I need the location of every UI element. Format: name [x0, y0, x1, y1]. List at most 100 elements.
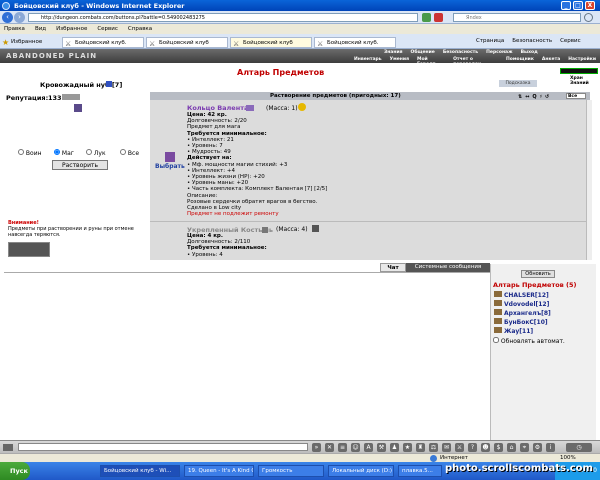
user-entry[interactable]: CHALSER[12]: [494, 291, 549, 299]
tools-icon[interactable]: ⚒: [377, 443, 386, 452]
bank-icon[interactable]: ⌂: [507, 443, 516, 452]
menu-character[interactable]: Персонаж: [482, 50, 516, 55]
watermark: photo.scrollscombats.com: [445, 463, 593, 474]
refresh-button[interactable]: Обновить: [521, 270, 555, 278]
smile-icon[interactable]: ☺: [351, 443, 360, 452]
menu-exit[interactable]: Выход: [517, 50, 542, 55]
info-icon[interactable]: i: [546, 443, 555, 452]
settings-icon[interactable]: ⚙: [533, 443, 542, 452]
tools-menu[interactable]: Сервис: [560, 38, 581, 44]
tab-system-messages[interactable]: Системные сообщения: [406, 263, 490, 272]
disenchant-button[interactable]: Растворить: [52, 160, 108, 170]
shop-icon[interactable]: $: [494, 443, 503, 452]
item-detail-line: • Интеллект: +4: [187, 167, 235, 174]
chat-area[interactable]: [4, 272, 490, 439]
item-mass: (Масса: 1): [266, 105, 298, 112]
keeper-link[interactable]: Хран Знаний: [570, 76, 590, 86]
counter-badge-icon[interactable]: [8, 242, 50, 257]
close-button[interactable]: X: [585, 1, 595, 10]
task-button[interactable]: Локальный диск (D:): [328, 465, 394, 477]
user-entry[interactable]: Vdovodel[12]: [494, 300, 549, 308]
start-button[interactable]: Пуск: [0, 462, 30, 480]
tab-chat[interactable]: Чат: [380, 263, 406, 272]
user-entry[interactable]: Жау[11]: [494, 327, 533, 335]
map-icon[interactable]: ⌖: [520, 443, 529, 452]
task-button[interactable]: плавка.5...: [398, 465, 442, 477]
fight-icon[interactable]: ⚔: [455, 443, 464, 452]
reputation-bar: [62, 94, 80, 100]
back-icon[interactable]: ‹: [2, 12, 13, 23]
user-entry[interactable]: Архангелъ[8]: [494, 309, 551, 317]
forward-icon[interactable]: ›: [14, 12, 25, 23]
chat-mode-icon[interactable]: [3, 444, 13, 451]
security-menu[interactable]: Безопасность: [512, 38, 552, 44]
item-detail-line: Действует на:: [187, 155, 232, 162]
menu-communication[interactable]: Общение: [407, 50, 439, 55]
quest-icon[interactable]: ?: [468, 443, 477, 452]
filter-all[interactable]: Все: [120, 149, 139, 157]
ie-logo-icon: [2, 2, 10, 10]
favorites-label[interactable]: Избранное: [11, 39, 42, 45]
translit-icon[interactable]: A: [364, 443, 373, 452]
minimize-button[interactable]: _: [561, 1, 571, 10]
menu-favorites[interactable]: Избранное: [56, 26, 87, 32]
task-button[interactable]: Громкость: [258, 465, 324, 477]
menu-bar: Правка Вид Избранное Сервис Справка: [0, 24, 600, 34]
task-button[interactable]: 19. Queen - It's A Kind O...: [184, 465, 254, 477]
rating-icon[interactable]: ★: [403, 443, 412, 452]
clan-icon[interactable]: ♜: [416, 443, 425, 452]
user-entry[interactable]: БунБокС[10]: [494, 318, 548, 326]
auto-refresh-checkbox[interactable]: Обновлять автомат.: [493, 337, 565, 345]
zoom-level[interactable]: 100%: [560, 455, 576, 461]
chat-input[interactable]: [18, 443, 308, 451]
info-icon[interactable]: [106, 81, 112, 87]
hint-button[interactable]: Подсказка: [499, 80, 537, 87]
clear-icon[interactable]: ✕: [325, 443, 334, 452]
address-toolbar: ‹ › http://dungeon.combats.com/buttons.p…: [0, 11, 600, 24]
list-header: Растворение предметов (пригодных: 17) ⇅↔…: [150, 92, 590, 100]
page-menu[interactable]: Страница: [476, 38, 504, 44]
filter-icon[interactable]: ≡: [338, 443, 347, 452]
trade-icon[interactable]: ⚖: [429, 443, 438, 452]
item-detail-line: • Уровень жизни (HP): +20: [187, 174, 265, 180]
clan-icon: [494, 291, 502, 297]
menu-security[interactable]: Безопасность: [439, 50, 482, 55]
address-input[interactable]: http://dungeon.combats.com/buttons.pl?ba…: [28, 13, 418, 22]
friends-icon[interactable]: ☻: [481, 443, 490, 452]
filter-bow[interactable]: Лук: [86, 149, 106, 157]
list-item: Выбрать Кольцо Валентая (Масса: 1) Цена:…: [150, 100, 586, 220]
reputation-value: 133: [48, 94, 62, 102]
menu-help[interactable]: Справка: [128, 26, 152, 32]
list-scrollbar[interactable]: [586, 100, 592, 260]
filter-mage[interactable]: Маг: [54, 149, 74, 157]
go-icon[interactable]: [422, 13, 431, 22]
favorites-star-icon[interactable]: ★: [2, 38, 9, 47]
menu-edit[interactable]: Правка: [4, 26, 25, 32]
character-panel: Кровожадный нуб [7] Репутация: 133 Воин …: [4, 64, 150, 260]
menu-tools[interactable]: Сервис: [97, 26, 118, 32]
mail-icon[interactable]: ✉: [442, 443, 451, 452]
hp-bar: [560, 68, 598, 74]
browser-tab[interactable]: ⚔ Бойцовский клуб.: [314, 37, 396, 48]
search-icon[interactable]: [584, 13, 593, 22]
send-icon[interactable]: »: [312, 443, 321, 452]
clan-icon: [494, 327, 502, 333]
maximize-button[interactable]: □: [573, 1, 583, 10]
stop-icon[interactable]: [434, 13, 443, 22]
browser-tab[interactable]: ⚔ Бойцовский клуб.: [62, 37, 144, 48]
menu-knowledge[interactable]: Знания: [380, 50, 407, 55]
status-bar: Интернет 100%: [0, 453, 600, 462]
filter-warrior[interactable]: Воин: [18, 149, 42, 157]
choose-button[interactable]: Выбрать: [155, 163, 185, 170]
people-icon[interactable]: ♟: [390, 443, 399, 452]
browser-tab-active[interactable]: ⚔ Бойцовский клуб: [230, 37, 312, 48]
menu-view[interactable]: Вид: [35, 26, 46, 32]
item-mass: (Масса: 4): [276, 226, 308, 233]
search-input[interactable]: Яndex: [453, 13, 581, 22]
item-name[interactable]: Кольцо Валентая: [187, 104, 253, 112]
item-detail-line: Описание:: [187, 192, 218, 199]
browser-tab[interactable]: ⚔ Бойцовский клуб: [146, 37, 228, 48]
task-button[interactable]: Бойцовский клуб - Wi...: [100, 465, 180, 477]
list-item: Укрепленный Костыль (Масса: 4) Цена: 4 к…: [150, 221, 586, 260]
category-select[interactable]: Все: [566, 93, 586, 99]
